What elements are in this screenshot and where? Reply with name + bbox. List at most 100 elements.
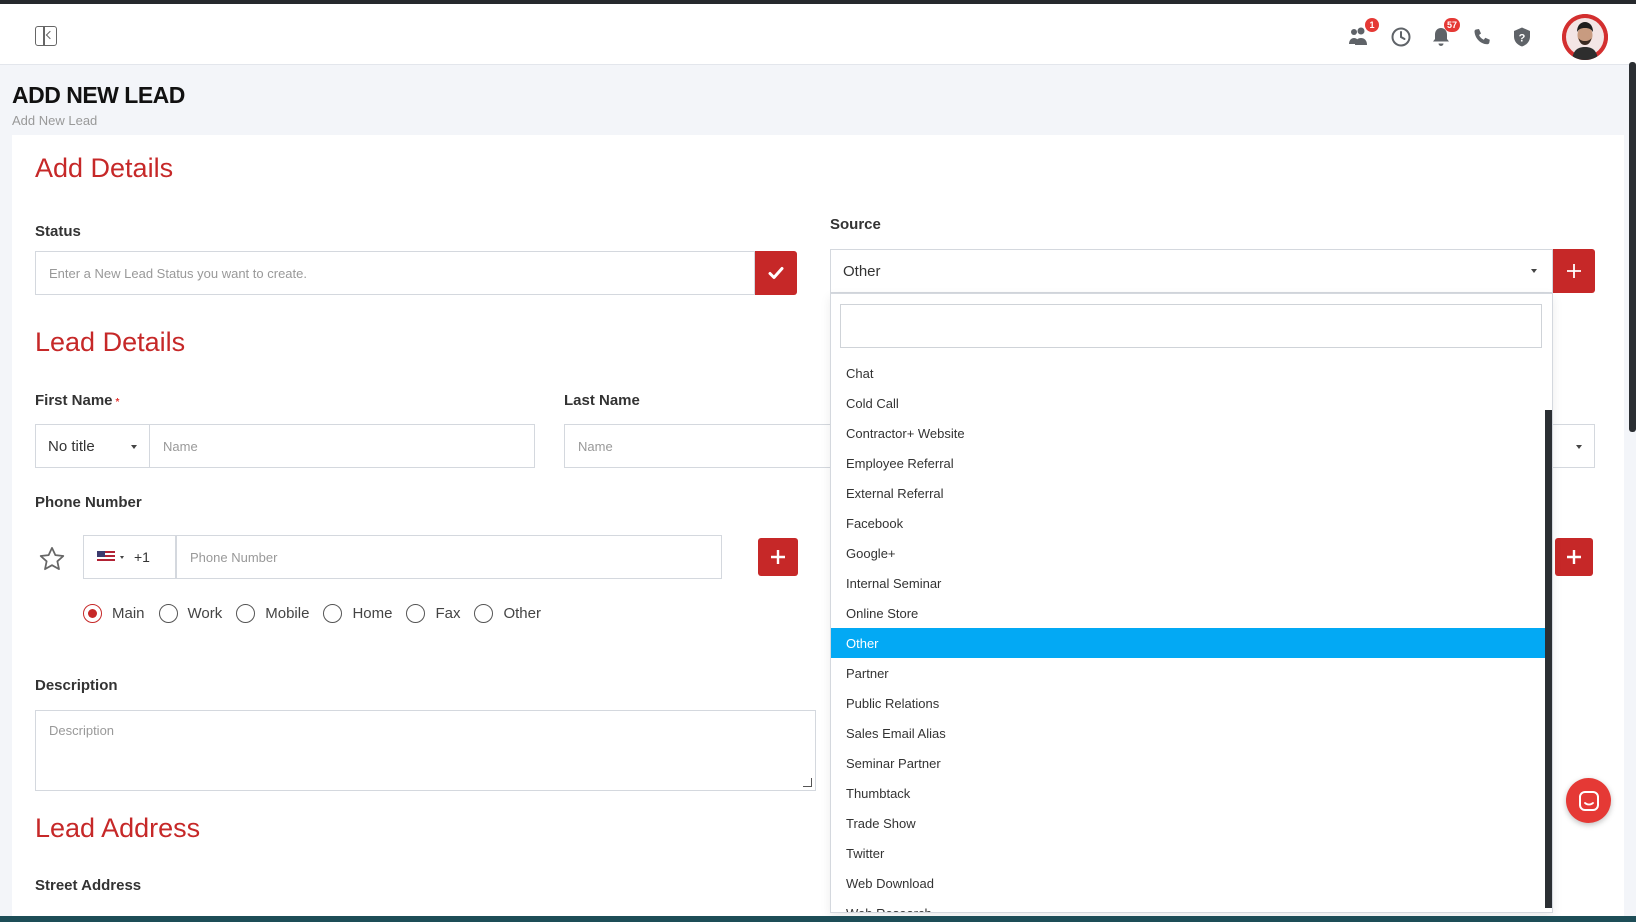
section-title-lead-details: Lead Details [35, 327, 186, 357]
phone-number-input[interactable]: Phone Number [176, 535, 722, 579]
clock-icon[interactable] [1388, 24, 1414, 50]
radio-label-main: Main [112, 605, 145, 622]
description-label: Description [35, 677, 118, 694]
required-mark: * [115, 397, 120, 408]
source-option[interactable]: Partner [831, 658, 1546, 688]
chevron-down-icon [1576, 445, 1582, 449]
source-option[interactable]: Facebook [831, 508, 1546, 538]
add-item-button-right[interactable] [1555, 538, 1593, 576]
source-option[interactable]: External Referral [831, 478, 1546, 508]
radio-label-other: Other [503, 605, 541, 622]
breadcrumb[interactable]: Add New Lead [12, 113, 97, 128]
phone-type-other[interactable]: Other [474, 604, 541, 623]
page-title: ADD NEW LEAD [12, 82, 185, 108]
radio-label-fax: Fax [435, 605, 461, 622]
top-navbar: 1 57 ? [0, 4, 1636, 65]
source-option[interactable]: Employee Referral [831, 448, 1546, 478]
window-bottom-strip [0, 916, 1636, 922]
phone-icon[interactable] [1469, 24, 1495, 50]
section-title-lead-address: Lead Address [35, 813, 201, 843]
radio-label-home: Home [352, 605, 393, 622]
status-label: Status [35, 223, 81, 240]
source-option[interactable]: Thumbtack [831, 778, 1546, 808]
source-option[interactable]: Twitter [831, 838, 1546, 868]
user-avatar[interactable] [1562, 14, 1608, 60]
name-title-value: No title [48, 437, 95, 455]
source-option[interactable]: Internal Seminar [831, 568, 1546, 598]
star-icon[interactable] [38, 545, 66, 573]
radio-other[interactable] [474, 604, 494, 623]
phone-type-mobile[interactable]: Mobile [236, 604, 309, 623]
source-label: Source [830, 216, 881, 233]
source-option[interactable]: Contractor+ Website [831, 418, 1546, 448]
country-code-value: +1 [134, 549, 150, 565]
resize-handle-icon[interactable] [803, 778, 812, 787]
radio-main[interactable] [83, 604, 102, 623]
street-address-label: Street Address [35, 877, 142, 894]
radio-mobile[interactable] [236, 604, 256, 623]
plus-icon [1567, 264, 1581, 278]
source-options-list: Chat Cold Call Contractor+ Website Employee… [831, 358, 1546, 913]
help-icon[interactable]: ? [1509, 24, 1535, 50]
plus-icon [771, 550, 785, 564]
check-icon [768, 267, 784, 279]
add-phone-button[interactable] [758, 538, 798, 576]
sidebar-toggle-icon[interactable] [35, 26, 57, 46]
status-input[interactable]: Enter a New Lead Status you want to crea… [35, 251, 755, 295]
page-scrollbar[interactable] [1629, 62, 1636, 432]
team-badge: 1 [1365, 18, 1379, 32]
add-source-button[interactable] [1553, 249, 1595, 293]
radio-label-work: Work [187, 605, 223, 622]
source-option[interactable]: Google+ [831, 538, 1546, 568]
dropdown-scrollbar[interactable] [1545, 410, 1552, 908]
notification-badge: 57 [1443, 18, 1460, 32]
first-name-label: First Name * [35, 392, 119, 409]
source-option[interactable]: Chat [831, 358, 1546, 388]
source-select[interactable]: Other [830, 249, 1553, 293]
radio-work[interactable] [158, 604, 178, 623]
radio-fax[interactable] [406, 604, 426, 623]
source-option[interactable]: Web Research [831, 898, 1546, 913]
first-name-placeholder: Name [163, 438, 198, 454]
source-dropdown-menu: Chat Cold Call Contractor+ Website Employee… [830, 293, 1553, 913]
phone-number-label: Phone Number [35, 494, 142, 511]
source-search-input[interactable] [840, 304, 1542, 348]
source-option[interactable]: Trade Show [831, 808, 1546, 838]
status-confirm-button[interactable] [755, 251, 797, 295]
phone-type-radio-group: Main Work Mobile Home Fax Other [83, 604, 555, 623]
source-option[interactable]: Other [831, 628, 1546, 658]
source-option[interactable]: Public Relations [831, 688, 1546, 718]
first-name-label-text: First Name [35, 392, 113, 409]
radio-home[interactable] [323, 604, 343, 623]
description-placeholder: Description [49, 723, 115, 738]
source-option[interactable]: Online Store [831, 598, 1546, 628]
radio-label-mobile: Mobile [265, 605, 310, 622]
name-title-select[interactable]: No title [35, 424, 150, 468]
last-name-label: Last Name [564, 392, 640, 409]
source-option[interactable]: Web Download [831, 868, 1546, 898]
section-title-add-details: Add Details [35, 153, 174, 183]
source-option[interactable]: Seminar Partner [831, 748, 1546, 778]
chevron-down-icon [120, 555, 124, 559]
source-option[interactable]: Cold Call [831, 388, 1546, 418]
phone-type-fax[interactable]: Fax [406, 604, 460, 623]
svg-text:?: ? [1519, 33, 1526, 45]
last-name-placeholder: Name [578, 438, 613, 454]
team-icon[interactable]: 1 [1347, 18, 1379, 50]
source-selected-value: Other [843, 262, 881, 280]
chat-button[interactable] [1566, 778, 1611, 823]
country-code-select[interactable]: +1 [83, 535, 176, 579]
source-option[interactable]: Sales Email Alias [831, 718, 1546, 748]
phone-number-placeholder: Phone Number [190, 549, 278, 565]
bell-icon[interactable]: 57 [1428, 18, 1460, 50]
description-textarea[interactable]: Description [35, 710, 816, 791]
plus-icon [1567, 550, 1581, 564]
phone-type-home[interactable]: Home [323, 604, 392, 623]
phone-type-work[interactable]: Work [158, 604, 223, 623]
chat-icon [1578, 790, 1599, 811]
chevron-down-icon [1531, 269, 1537, 273]
chevron-down-icon [131, 445, 137, 449]
phone-type-main[interactable]: Main [83, 604, 145, 623]
first-name-input[interactable]: Name [149, 424, 535, 468]
status-placeholder: Enter a New Lead Status you want to crea… [49, 265, 307, 281]
